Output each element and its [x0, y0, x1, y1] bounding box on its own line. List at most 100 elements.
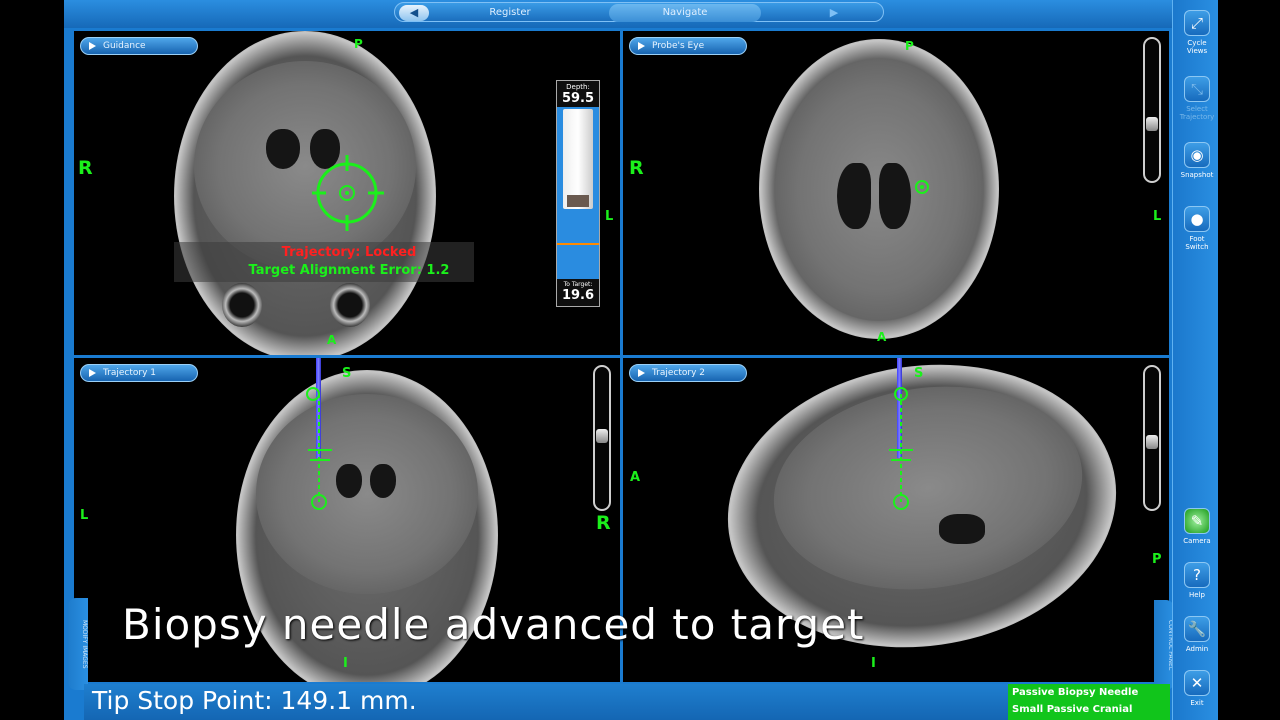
orient-right: R: [596, 512, 611, 534]
view-label-text: Trajectory 1: [103, 368, 157, 378]
orient-bottom: I: [343, 656, 348, 671]
depth-value: 59.5: [561, 91, 595, 106]
tab-navigate[interactable]: Navigate: [609, 4, 761, 22]
probes-eye-view[interactable]: Probe's Eye P R L A: [623, 31, 1169, 355]
admin-label: Admin: [1185, 645, 1209, 653]
camera-label: Camera: [1183, 537, 1211, 545]
view-label-guidance[interactable]: Guidance: [80, 37, 198, 55]
trajectory-path: [889, 387, 913, 510]
orient-right: L: [605, 209, 614, 224]
ventricle-right: [879, 163, 911, 229]
target-crosshair-icon: [312, 155, 384, 231]
depth-label: Depth:: [566, 83, 590, 91]
slider-knob[interactable]: [596, 429, 608, 443]
control-panel-tab[interactable]: CONTROL PANEL: [1154, 600, 1174, 690]
view-label-text: Guidance: [103, 41, 146, 51]
play-icon: [89, 369, 96, 377]
view-label-trajectory1[interactable]: Trajectory 1: [80, 364, 198, 382]
to-target-label: To Target:: [563, 281, 593, 288]
orient-top: S: [914, 366, 924, 381]
view-label-trajectory2[interactable]: Trajectory 2: [629, 364, 747, 382]
orient-top: P: [905, 39, 914, 53]
help-icon: ?: [1184, 562, 1210, 588]
help-button[interactable]: ? Help: [1177, 562, 1217, 599]
cycle-views-button[interactable]: ⤢ Cycle Views: [1177, 10, 1217, 55]
orient-right: P: [1152, 552, 1162, 567]
depth-needle-bar: [563, 109, 593, 209]
snapshot-button[interactable]: ◉ Snapshot: [1177, 142, 1217, 179]
cycle-views-label: Cycle Views: [1186, 39, 1208, 55]
orient-left: R: [629, 157, 644, 179]
tip-stop-text: Tip Stop Point: 149.1 mm.: [92, 686, 417, 715]
select-trajectory-button[interactable]: ⤡ Select Trajectory: [1177, 76, 1217, 121]
right-arrow-icon[interactable]: ▶: [819, 5, 849, 21]
exit-button[interactable]: ✕ Exit: [1177, 670, 1217, 707]
slice-slider[interactable]: [593, 365, 611, 511]
ventricle-left: [266, 129, 300, 169]
ventricle: [939, 514, 985, 544]
top-navigation-bar: ◀ Register Navigate ▶: [64, 0, 1218, 28]
workflow-nav: ◀ Register Navigate ▶: [394, 2, 884, 22]
tab-register[interactable]: Register: [465, 4, 555, 22]
orient-left: A: [630, 470, 641, 485]
equipment-panel: Passive Biopsy Needle Small Passive Cran…: [1008, 684, 1170, 720]
tip-stop-status-bar: Tip Stop Point: 149.1 mm.: [84, 684, 1008, 720]
foot-switch-button[interactable]: ● Foot Switch: [1177, 206, 1217, 251]
slice-slider[interactable]: [1143, 365, 1161, 511]
orient-bottom: A: [877, 330, 887, 344]
brain-tissue: [256, 394, 478, 594]
depth-tip-marker: [567, 195, 589, 207]
trajectory-locked-status: Trajectory: Locked: [281, 245, 417, 260]
equipment-needle: Passive Biopsy Needle: [1012, 687, 1139, 698]
right-toolbar: ⤢ Cycle Views ⤡ Select Trajectory ◉ Snapsho…: [1172, 0, 1218, 720]
select-trajectory-icon: ⤡: [1184, 76, 1210, 102]
orient-left: L: [80, 508, 89, 523]
orient-top: S: [342, 366, 352, 381]
cycle-views-icon: ⤢: [1184, 10, 1210, 36]
ventricle-right: [370, 464, 396, 498]
ventricle-left: [336, 464, 362, 498]
orient-bottom: A: [327, 333, 337, 347]
orient-bottom: I: [871, 656, 876, 671]
camera-button[interactable]: ✎ Camera: [1177, 508, 1217, 545]
camera-snapshot-icon: ◉: [1184, 142, 1210, 168]
play-icon: [638, 369, 645, 377]
snapshot-label: Snapshot: [1180, 171, 1214, 179]
left-arrow-icon[interactable]: ◀: [399, 5, 429, 21]
microphone-icon: ●: [1184, 206, 1210, 232]
camera-tracking-icon: ✎: [1184, 508, 1210, 534]
modify-images-label: MODIFY IMAGES: [81, 619, 88, 669]
target-line: [557, 243, 599, 245]
slider-knob[interactable]: [1146, 435, 1158, 449]
guidance-view[interactable]: Trajectory: Locked Target Alignment Erro…: [74, 31, 620, 355]
slice-slider[interactable]: [1143, 37, 1161, 183]
eye-orbit-right: [330, 283, 370, 327]
help-label: Help: [1189, 591, 1205, 599]
to-target-value: 19.6: [561, 288, 595, 303]
admin-button[interactable]: 🔧 Admin: [1177, 616, 1217, 653]
modify-images-tab[interactable]: MODIFY IMAGES: [68, 598, 88, 690]
trajectory-path: [306, 387, 332, 510]
video-caption: Biopsy needle advanced to target: [122, 600, 865, 649]
equipment-frame: Small Passive Cranial Frame: [1012, 704, 1133, 715]
view-label-text: Trajectory 2: [652, 368, 706, 378]
target-alignment-error: Target Alignment Error: 1.2: [248, 263, 450, 278]
depth-track: [557, 107, 599, 279]
foot-switch-label: Foot Switch: [1185, 235, 1209, 251]
orient-top: P: [354, 37, 363, 51]
play-icon: [89, 42, 96, 50]
eye-orbit-left: [222, 283, 262, 327]
target-marker-icon: [915, 180, 929, 194]
close-icon: ✕: [1184, 670, 1210, 696]
slider-knob[interactable]: [1146, 117, 1158, 131]
ventricle-left: [837, 163, 871, 229]
orient-right: L: [1153, 209, 1162, 224]
play-icon: [638, 42, 645, 50]
view-label-text: Probe's Eye: [652, 41, 705, 51]
view-label-probes-eye[interactable]: Probe's Eye: [629, 37, 747, 55]
wrench-icon: 🔧: [1184, 616, 1210, 642]
orient-left: R: [78, 157, 93, 179]
depth-gauge: Depth: 59.5 To Target: 19.6: [556, 80, 600, 307]
select-trajectory-label: Select Trajectory: [1179, 105, 1215, 121]
exit-label: Exit: [1190, 699, 1204, 707]
